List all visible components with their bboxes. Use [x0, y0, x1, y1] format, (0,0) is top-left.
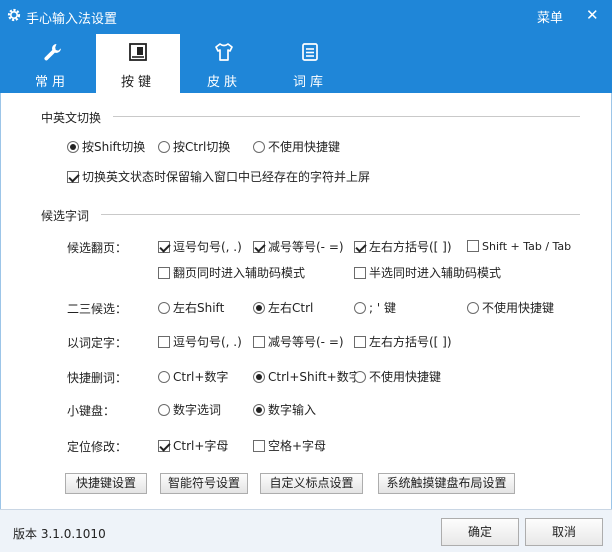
smart-symbol-settings-button[interactable]: 智能符号设置 [160, 473, 248, 494]
paging-shift-tab-checkbox[interactable]: Shift + Tab / Tab [467, 239, 571, 255]
tab-label: 皮肤 [206, 75, 241, 90]
checkbox-indicator [253, 241, 265, 253]
radio-indicator [354, 371, 366, 383]
title-bar: 手心输入法设置 菜单 ✕ [0, 0, 612, 32]
custom-punctuation-settings-button[interactable]: 自定义标点设置 [260, 473, 363, 494]
tab-label: 常用 [34, 75, 69, 90]
wrench-icon [44, 44, 61, 61]
checkbox-indicator [158, 336, 170, 348]
word-select-minus-equal-checkbox[interactable]: 减号等号(- =) [253, 334, 344, 350]
ok-button[interactable]: 确定 [441, 518, 519, 546]
checkbox-indicator [158, 241, 170, 253]
half-select-aux-code-checkbox[interactable]: 半选同时进入辅助码模式 [354, 265, 501, 281]
radio-indicator [158, 141, 170, 153]
radio-indicator [354, 302, 366, 314]
radio-indicator [158, 371, 170, 383]
radio-indicator [158, 302, 170, 314]
radio-indicator [253, 404, 265, 416]
gear-icon [7, 8, 21, 22]
keys-settings-panel: 中英文切换 按Shift切换 按Ctrl切换 不使用快捷键 切换英文状态时保留输… [0, 93, 612, 509]
candidate-group-title: 候选字词 [41, 209, 90, 223]
checkbox-indicator [158, 267, 170, 279]
dictionary-icon [302, 43, 318, 61]
tab-keys[interactable]: 按键 [96, 34, 180, 93]
keyboard-icon [129, 43, 147, 61]
radio-number-select[interactable]: 数字选词 [158, 402, 221, 418]
switch-group-title: 中英文切换 [41, 111, 102, 125]
tab-bar: 常用 按键 皮肤 词库 [0, 32, 612, 93]
keep-input-checkbox[interactable]: 切换英文状态时保留输入窗口中已经存在的字符并上屏 [67, 169, 370, 185]
word-select-label: 以词定字： [67, 336, 128, 350]
checkbox-indicator [253, 440, 265, 452]
tshirt-icon [215, 43, 233, 61]
tab-dictionary[interactable]: 词库 [268, 34, 352, 93]
word-select-brackets-checkbox[interactable]: 左右方括号([ ]) [354, 334, 452, 350]
paging-aux-code-checkbox[interactable]: 翻页同时进入辅助码模式 [158, 265, 305, 281]
checkbox-indicator [253, 336, 265, 348]
radio-shift-switch[interactable]: 按Shift切换 [67, 139, 145, 155]
radio-second-third-none[interactable]: 不使用快捷键 [467, 300, 554, 316]
checkbox-indicator [354, 336, 366, 348]
cancel-button[interactable]: 取消 [525, 518, 603, 546]
checkbox-indicator [467, 240, 479, 252]
tab-label: 词库 [292, 75, 327, 90]
radio-no-shortcut[interactable]: 不使用快捷键 [253, 139, 340, 155]
checkbox-indicator [354, 267, 366, 279]
keypad-label: 小键盘： [67, 404, 116, 418]
locate-edit-label: 定位修改： [67, 440, 128, 454]
radio-ctrl-switch[interactable]: 按Ctrl切换 [158, 139, 230, 155]
radio-left-right-ctrl[interactable]: 左右Ctrl [253, 300, 313, 316]
window-title: 手心输入法设置 [26, 12, 118, 27]
radio-ctrl-number[interactable]: Ctrl+数字 [158, 369, 228, 385]
radio-indicator [158, 404, 170, 416]
space-letter-checkbox[interactable]: 空格+字母 [253, 438, 326, 454]
quick-delete-label: 快捷删词： [67, 371, 128, 385]
tab-skin[interactable]: 皮肤 [182, 34, 266, 93]
radio-quick-delete-none[interactable]: 不使用快捷键 [354, 369, 441, 385]
tab-label: 按键 [120, 75, 155, 90]
menu-button[interactable]: 菜单 [537, 7, 563, 26]
footer-bar: 版本 3.1.0.1010 确定 取消 [0, 509, 612, 552]
checkbox-indicator [354, 241, 366, 253]
paging-comma-period-checkbox[interactable]: 逗号句号(, .) [158, 239, 242, 255]
word-select-comma-period-checkbox[interactable]: 逗号句号(, .) [158, 334, 242, 350]
radio-indicator [467, 302, 479, 314]
radio-semicolon-quote[interactable]: ; ' 键 [354, 300, 396, 316]
radio-indicator [253, 302, 265, 314]
second-third-label: 二三候选： [67, 302, 128, 316]
version-label: 版本 3.1.0.1010 [13, 527, 106, 541]
close-button[interactable]: ✕ [586, 6, 599, 24]
ctrl-letter-checkbox[interactable]: Ctrl+字母 [158, 438, 228, 454]
radio-number-input[interactable]: 数字输入 [253, 402, 316, 418]
checkbox-indicator [158, 440, 170, 452]
radio-left-right-shift[interactable]: 左右Shift [158, 300, 224, 316]
divider [113, 116, 580, 117]
divider [101, 214, 580, 215]
touch-keyboard-layout-settings-button[interactable]: 系统触摸键盘布局设置 [378, 473, 515, 494]
radio-ctrl-shift-number[interactable]: Ctrl+Shift+数字 [253, 369, 361, 385]
paging-label: 候选翻页： [67, 241, 128, 255]
checkbox-indicator [67, 171, 79, 183]
shortcut-settings-button[interactable]: 快捷键设置 [65, 473, 147, 494]
radio-indicator [67, 141, 79, 153]
radio-indicator [253, 371, 265, 383]
tab-common[interactable]: 常用 [10, 34, 94, 93]
radio-indicator [253, 141, 265, 153]
paging-brackets-checkbox[interactable]: 左右方括号([ ]) [354, 239, 452, 255]
paging-minus-equal-checkbox[interactable]: 减号等号(- =) [253, 239, 344, 255]
